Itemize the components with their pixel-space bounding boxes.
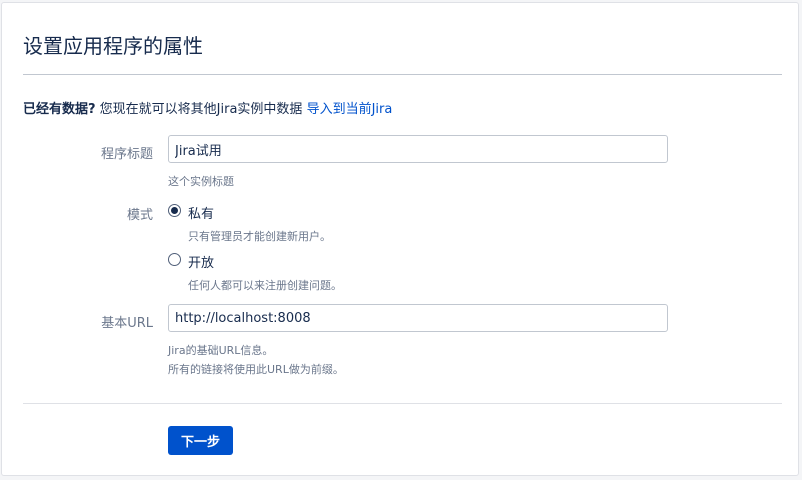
base-url-hint-1: Jira的基础URL信息。: [168, 344, 274, 357]
app-title-input[interactable]: [168, 135, 668, 163]
title-divider: [23, 74, 782, 75]
mode-private-description: 只有管理员才能创建新用户。: [188, 230, 331, 243]
import-notice: 已经有数据? 您现在就可以将其他Jira实例中数据 导入到当前Jira: [23, 98, 392, 117]
base-url-hint-2: 所有的链接将使用此URL做为前缀。: [168, 363, 344, 376]
app-title-hint: 这个实例标题: [168, 175, 234, 188]
import-notice-text: 您现在就可以将其他Jira实例中数据: [95, 102, 307, 117]
base-url-input[interactable]: [168, 304, 668, 332]
mode-private-label[interactable]: 私有: [188, 203, 214, 222]
mode-public-label[interactable]: 开放: [188, 252, 214, 271]
mode-private-radio[interactable]: [168, 204, 181, 217]
page-title: 设置应用程序的属性: [23, 34, 203, 58]
mode-label: 模式: [126, 208, 153, 223]
import-link[interactable]: 导入到当前Jira: [307, 102, 393, 117]
base-url-label: 基本URL: [101, 316, 153, 331]
footer-divider: [23, 403, 782, 404]
app-title-label: 程序标题: [100, 147, 153, 162]
next-button[interactable]: 下一步: [168, 426, 233, 455]
setup-panel: 设置应用程序的属性 已经有数据? 您现在就可以将其他Jira实例中数据 导入到当…: [1, 2, 799, 476]
mode-public-description: 任何人都可以来注册创建问题。: [188, 279, 342, 292]
import-notice-strong: 已经有数据?: [23, 102, 96, 117]
mode-public-radio[interactable]: [168, 253, 181, 266]
